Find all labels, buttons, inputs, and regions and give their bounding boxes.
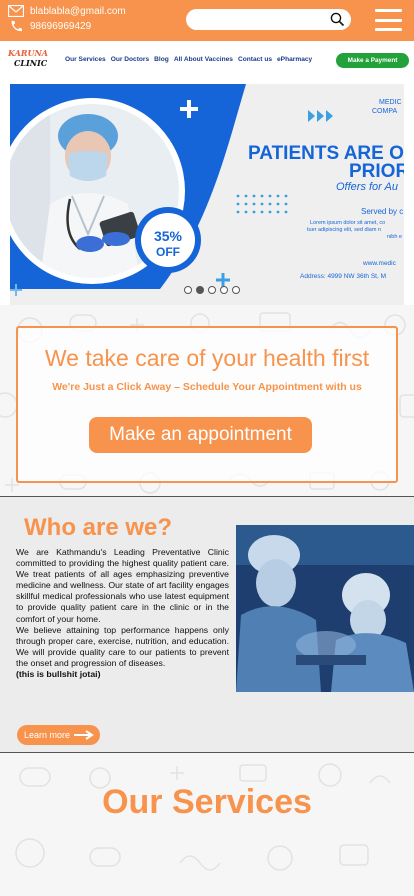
banner-served: Served by c xyxy=(361,207,403,216)
banner-lorem-2: tuer adipiscing elit, sed diam n xyxy=(307,227,381,233)
email-text: blablabla@gmail.com xyxy=(30,5,126,17)
carousel-dots xyxy=(184,286,240,294)
nav-link-vaccines[interactable]: All About Vaccines xyxy=(174,56,233,63)
learn-more-button[interactable]: Learn more xyxy=(17,725,100,745)
search-bar[interactable] xyxy=(186,9,351,30)
who-description: We are Kathmandu's Leading Preventative … xyxy=(16,547,229,680)
logo-text-bottom: CLINIC xyxy=(14,58,48,68)
learn-more-label: Learn more xyxy=(24,730,71,740)
who-paragraph-1: We are Kathmandu's Leading Preventative … xyxy=(16,547,229,624)
banner-artwork: 35% OFF MEDIC COMPA PATIENTS ARE O PRIOR… xyxy=(10,84,404,296)
appointment-box: We take care of your health first We're … xyxy=(16,326,398,483)
banner-offer: Offers for Au xyxy=(336,181,398,193)
mail-icon xyxy=(8,5,24,17)
who-title: Who are we? xyxy=(24,514,173,541)
appointment-title: We take care of your health first xyxy=(44,345,370,371)
nav-link-blog[interactable]: Blog xyxy=(154,56,169,63)
phone-icon xyxy=(11,20,22,32)
banner-lorem-3: nibh e xyxy=(387,234,402,240)
main-nav: KARUNA CLINIC Our Services Our Doctors B… xyxy=(0,41,414,80)
discount-label: OFF xyxy=(156,245,180,259)
discount-value: 35% xyxy=(154,228,183,244)
nav-link-contact[interactable]: Contact us xyxy=(238,56,272,63)
contact-email[interactable]: blablabla@gmail.com xyxy=(8,5,126,17)
nav-link-services[interactable]: Our Services xyxy=(65,56,106,63)
medical-doodle-pattern-2 xyxy=(15,763,391,871)
nav-link-doctors[interactable]: Our Doctors xyxy=(111,56,149,63)
who-paragraph-2: We believe attaining top performance hap… xyxy=(16,624,229,668)
banner-corner-text: MEDIC xyxy=(379,99,402,106)
banner-address: Address: 4999 NW 36th St, M xyxy=(300,273,386,280)
banner-corner-text-2: COMPA xyxy=(372,108,397,115)
banner-website: www.medic xyxy=(362,260,397,267)
menu-icon[interactable] xyxy=(375,9,402,31)
pattern-background-2 xyxy=(0,753,414,896)
phone-text: 98696969429 xyxy=(30,20,92,32)
logo-text-top: KARUNA xyxy=(8,48,48,58)
carousel-dot-5[interactable] xyxy=(232,286,240,294)
nav-link-epharmacy[interactable]: ePharmacy xyxy=(277,56,312,63)
appointment-subtitle: We're Just a Click Away – Schedule Your … xyxy=(52,381,362,393)
search-icon[interactable] xyxy=(330,12,345,27)
arrow-right-icon xyxy=(74,730,94,740)
top-bar: blablabla@gmail.com 98696969429 xyxy=(0,0,414,41)
banner-heading-2: PRIOR xyxy=(349,161,404,182)
make-payment-button[interactable]: Make a Payment xyxy=(336,53,409,68)
who-are-we-section: Who are we? We are Kathmandu's Leading P… xyxy=(0,496,414,753)
carousel-dot-1[interactable] xyxy=(184,286,192,294)
carousel-dot-4[interactable] xyxy=(220,286,228,294)
our-services-title: Our Services xyxy=(102,783,312,821)
clinic-logo[interactable]: KARUNA CLINIC xyxy=(8,49,56,73)
surgery-photo xyxy=(236,525,414,692)
contact-phone[interactable]: 98696969429 xyxy=(8,20,91,32)
banner-lorem-1: Lorem ipsum dolor sit amet, co xyxy=(310,220,385,226)
carousel-dot-3[interactable] xyxy=(208,286,216,294)
nav-links: Our Services Our Doctors Blog All About … xyxy=(65,56,312,63)
hero-banner[interactable]: 35% OFF MEDIC COMPA PATIENTS ARE O PRIOR… xyxy=(10,84,404,305)
carousel-dot-2[interactable] xyxy=(196,286,204,294)
make-appointment-button[interactable]: Make an appointment xyxy=(89,417,312,453)
who-note: (this is bullshit jotai) xyxy=(16,669,101,680)
